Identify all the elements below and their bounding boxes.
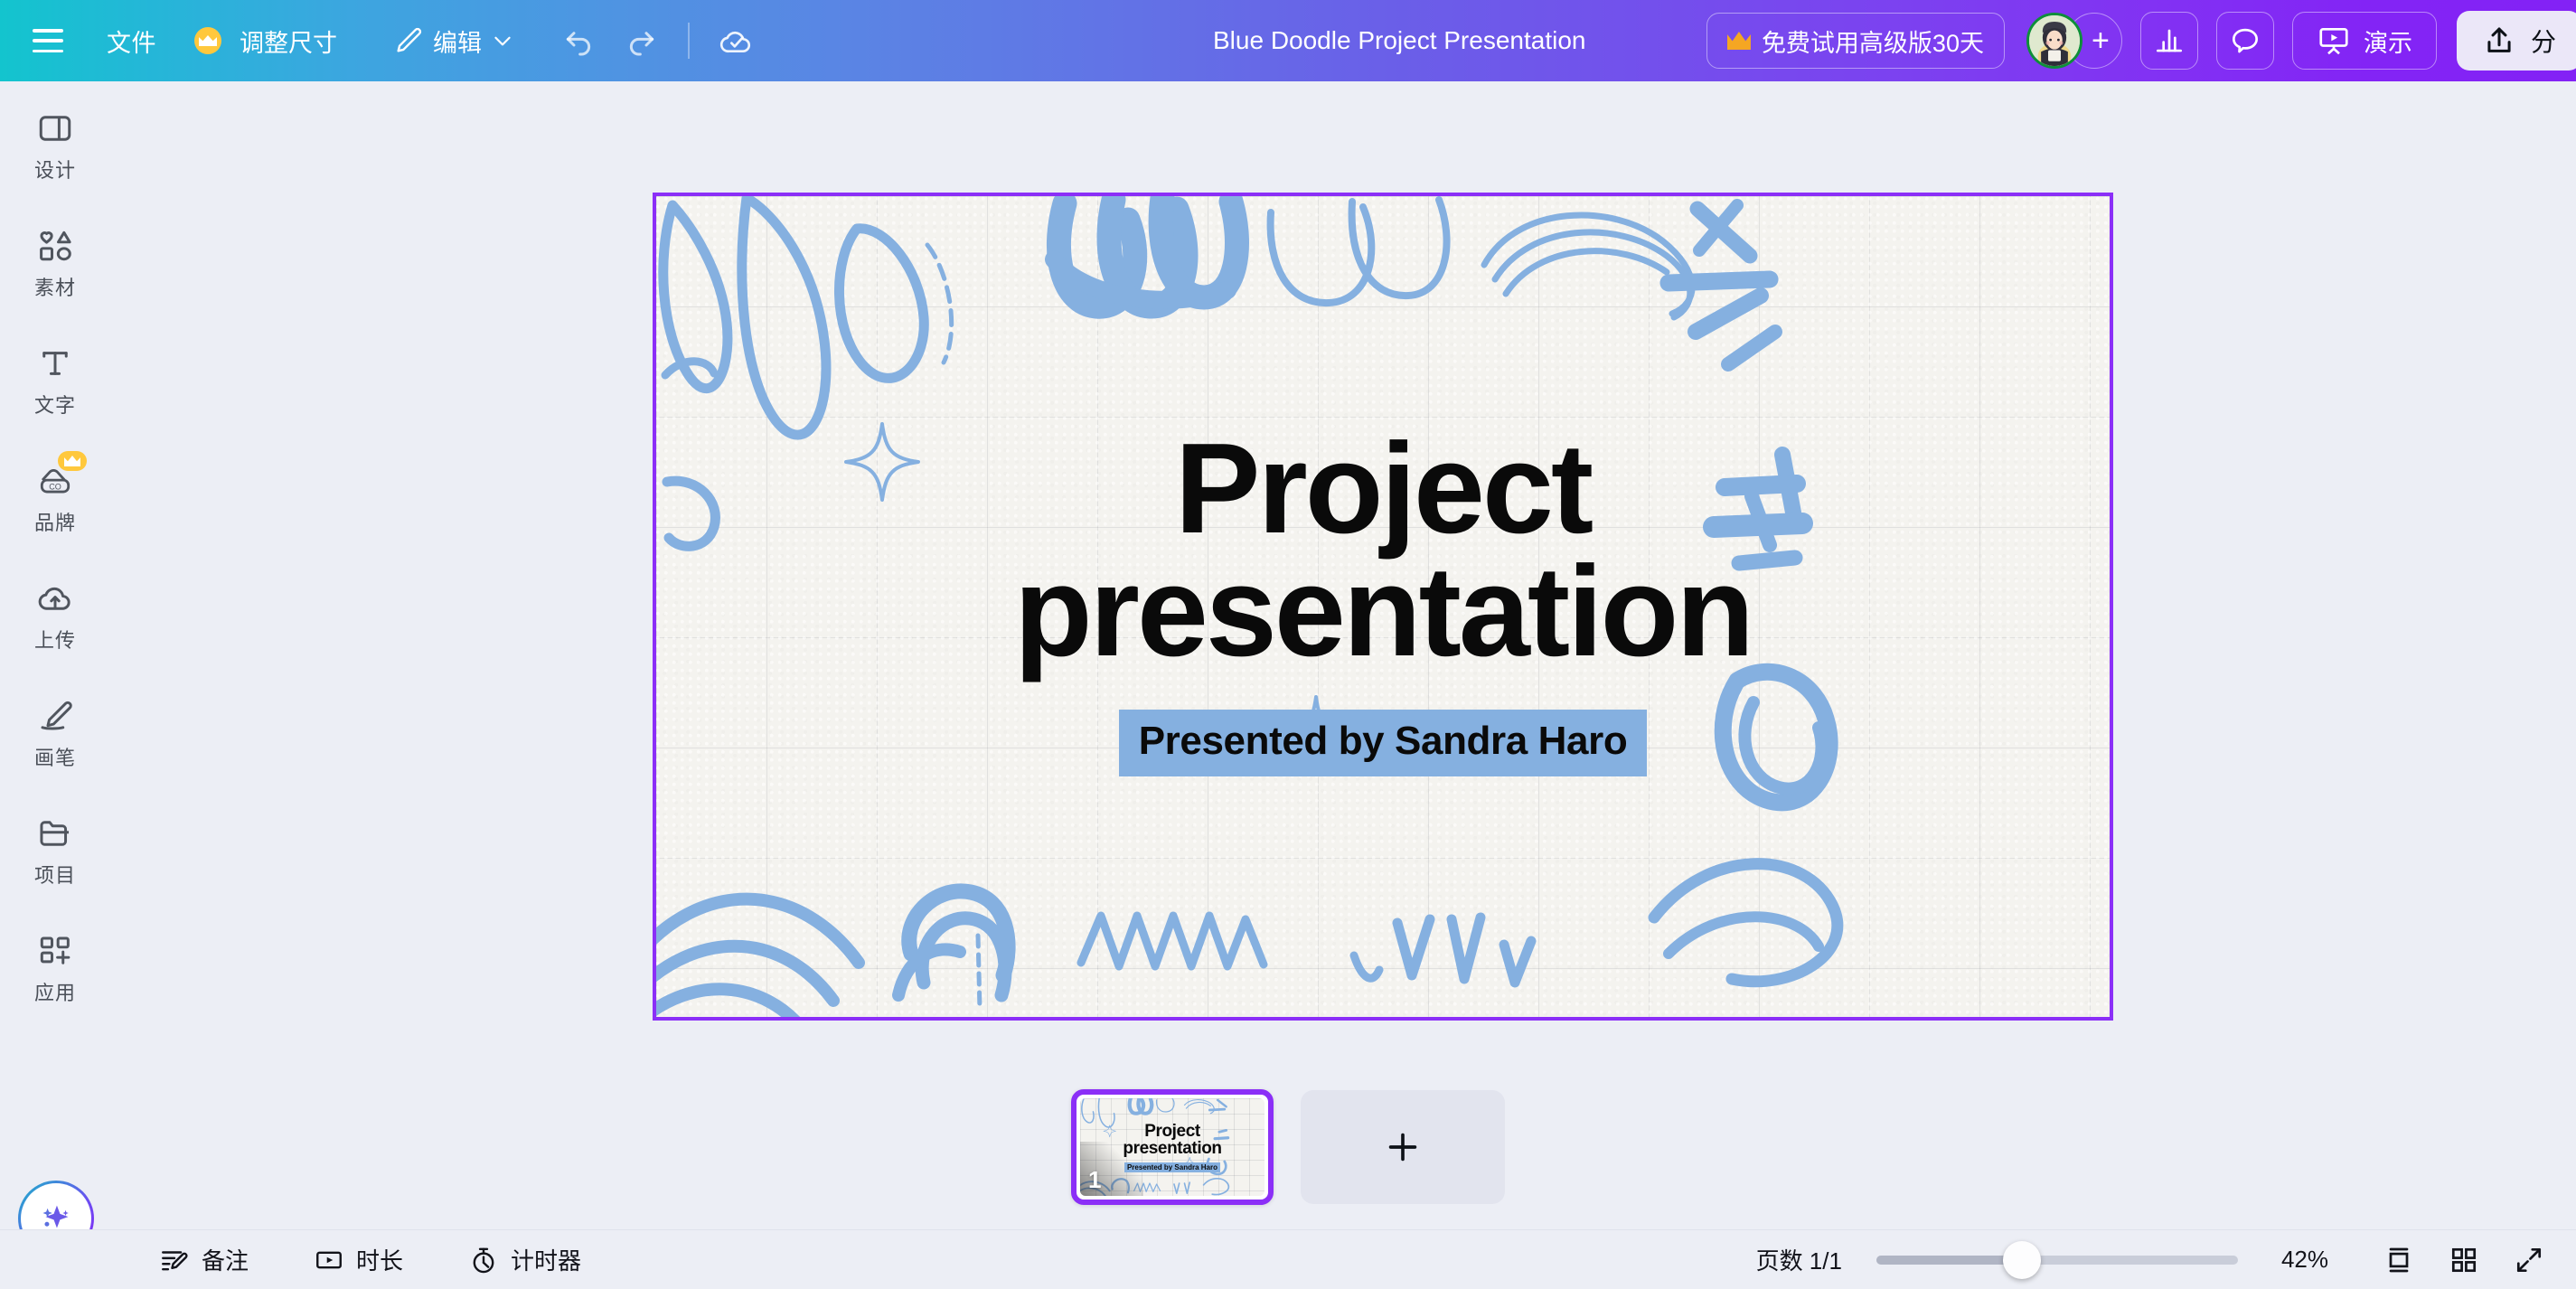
expand-arrows-icon: [2516, 1247, 2542, 1272]
notes-pencil-icon: [162, 1250, 188, 1270]
fullscreen-button[interactable]: [2504, 1235, 2554, 1285]
sidebar-label: 素材: [33, 277, 76, 299]
insights-button[interactable]: [2139, 12, 2198, 70]
presentation-play-icon: [2319, 27, 2348, 55]
canvas-stage[interactable]: Project presentation Presented by Sandra…: [110, 81, 2576, 1208]
grid-view-button[interactable]: [2439, 1235, 2489, 1285]
shapes-elements-icon: [36, 227, 74, 265]
top-toolbar: 文件 调整尺寸 编辑 Blue Doodle Project Presentat…: [0, 0, 2576, 81]
sidebar-label: 设计: [33, 159, 76, 182]
brand-kit-icon: CO: [36, 451, 87, 500]
redo-button[interactable]: [621, 20, 663, 61]
sidebar-item-elements[interactable]: 素材: [8, 221, 102, 307]
timer-label: 计时器: [511, 1247, 582, 1275]
share-label: 分: [2530, 28, 2556, 56]
edit-button[interactable]: 编辑: [381, 16, 527, 66]
page-count-label: 页数 1/1: [1755, 1247, 1842, 1275]
avatar[interactable]: [2026, 13, 2082, 69]
sidebar-label: 上传: [33, 629, 76, 652]
save-status-button[interactable]: [715, 20, 757, 61]
share-button[interactable]: 分: [2456, 11, 2576, 71]
slide-text-block[interactable]: Project presentation Presented by Sandra…: [656, 196, 2110, 1017]
toolbar-divider: [688, 23, 690, 59]
sidebar-item-projects[interactable]: 项目: [8, 808, 102, 895]
hamburger-menu-icon[interactable]: [33, 29, 63, 52]
share-upload-icon: [2487, 27, 2511, 52]
headline-line-2: presentation: [1013, 540, 1754, 683]
undo-arrow-icon: [566, 32, 591, 56]
zoom-slider-handle[interactable]: [2002, 1240, 2041, 1279]
file-menu-button[interactable]: 文件: [94, 16, 169, 66]
slide-thumbnail-1[interactable]: Project presentation Presented by Sandra…: [1071, 1089, 1274, 1205]
sidebar-label: 画笔: [33, 747, 76, 769]
collaborators: +: [2026, 13, 2122, 69]
fit-page-icon: [2389, 1247, 2409, 1272]
sidebar-item-text[interactable]: 文字: [8, 338, 102, 425]
present-label: 演示: [2363, 29, 2412, 57]
thumbnail-preview: Project presentation Presented by Sandra…: [1080, 1098, 1264, 1196]
resize-label: 调整尺寸: [240, 29, 337, 57]
slide-thumbnail-strip: Project presentation Presented by Sandra…: [0, 1065, 2576, 1229]
comments-button[interactable]: [2215, 12, 2274, 70]
undo-button[interactable]: [558, 20, 599, 61]
slide-headline[interactable]: Project presentation: [1013, 416, 1754, 683]
apps-grid-plus-icon: [36, 932, 74, 970]
text-t-icon: [36, 344, 74, 382]
layout-panel-icon: [36, 109, 74, 147]
sidebar-item-uploads[interactable]: 上传: [8, 573, 102, 660]
plus-icon: [1388, 1133, 1417, 1162]
slide-canvas[interactable]: Project presentation Presented by Sandra…: [653, 193, 2113, 1021]
trial-label: 免费试用高级版30天: [1761, 29, 1984, 57]
sidebar-label: 文字: [33, 394, 76, 417]
svg-text:CO: CO: [49, 482, 61, 491]
headline-line-1: Project: [1174, 416, 1594, 560]
sidebar-item-draw[interactable]: 画笔: [8, 691, 102, 777]
redo-arrow-icon: [629, 32, 654, 56]
duration-label: 时长: [356, 1247, 404, 1275]
draw-pen-icon: [36, 697, 74, 735]
sidebar-label: 品牌: [33, 512, 76, 534]
play-rect-icon: [316, 1251, 342, 1268]
thumbnail-title: Project presentation: [1123, 1121, 1222, 1158]
bar-chart-icon: [2156, 29, 2182, 52]
edit-label: 编辑: [433, 29, 482, 57]
present-button[interactable]: 演示: [2291, 12, 2437, 70]
avatar-illustration-icon: [2028, 15, 2080, 66]
stopwatch-icon: [473, 1247, 494, 1273]
speech-bubble-icon: [2232, 28, 2258, 53]
timer-button[interactable]: 计时器: [454, 1236, 596, 1284]
document-title[interactable]: Blue Doodle Project Presentation: [1202, 0, 1596, 81]
thumbnail-subtitle: Presented by Sandra Haro: [1123, 1162, 1221, 1172]
cloud-check-icon: [719, 31, 751, 53]
notes-label: 备注: [202, 1247, 249, 1275]
thumbnail-text: Project presentation Presented by Sandra…: [1080, 1098, 1264, 1196]
duration-button[interactable]: 时长: [299, 1236, 418, 1284]
thumbnail-title-line-1: Project: [1144, 1121, 1200, 1141]
chevron-down-icon: [491, 29, 514, 52]
sidebar-item-design[interactable]: 设计: [8, 103, 102, 190]
thumbnail-title-line-2: presentation: [1123, 1138, 1222, 1158]
grid-view-icon: [2451, 1247, 2477, 1272]
sidebar-label: 项目: [33, 864, 76, 887]
bottom-toolbar: 备注 时长 计时器 页数 1/1 42%: [0, 1229, 2576, 1289]
premium-crown-badge-icon: [58, 451, 87, 471]
notes-button[interactable]: 备注: [145, 1236, 263, 1284]
add-slide-button[interactable]: [1301, 1090, 1505, 1204]
zoom-level-label: 42%: [2280, 1246, 2328, 1273]
sidebar-item-apps[interactable]: 应用: [8, 926, 102, 1012]
pencil-icon: [393, 25, 424, 56]
zoom-slider[interactable]: [1876, 1240, 2238, 1279]
crown-icon: [1726, 32, 1751, 50]
sidebar-item-brand[interactable]: CO 品牌: [8, 451, 102, 542]
crown-badge-icon: [194, 27, 221, 54]
folder-icon: [36, 814, 74, 852]
premium-trial-button[interactable]: 免费试用高级版30天: [1706, 13, 2005, 69]
sidebar-label: 应用: [33, 982, 76, 1004]
slide-subtitle[interactable]: Presented by Sandra Haro: [1118, 710, 1648, 777]
zoom-slider-fill: [1876, 1255, 2021, 1265]
cloud-upload-icon: [36, 579, 74, 617]
resize-button[interactable]: 调整尺寸: [182, 16, 350, 66]
thumbnail-page-number: 1: [1088, 1166, 1102, 1193]
fit-page-button[interactable]: [2374, 1235, 2424, 1285]
